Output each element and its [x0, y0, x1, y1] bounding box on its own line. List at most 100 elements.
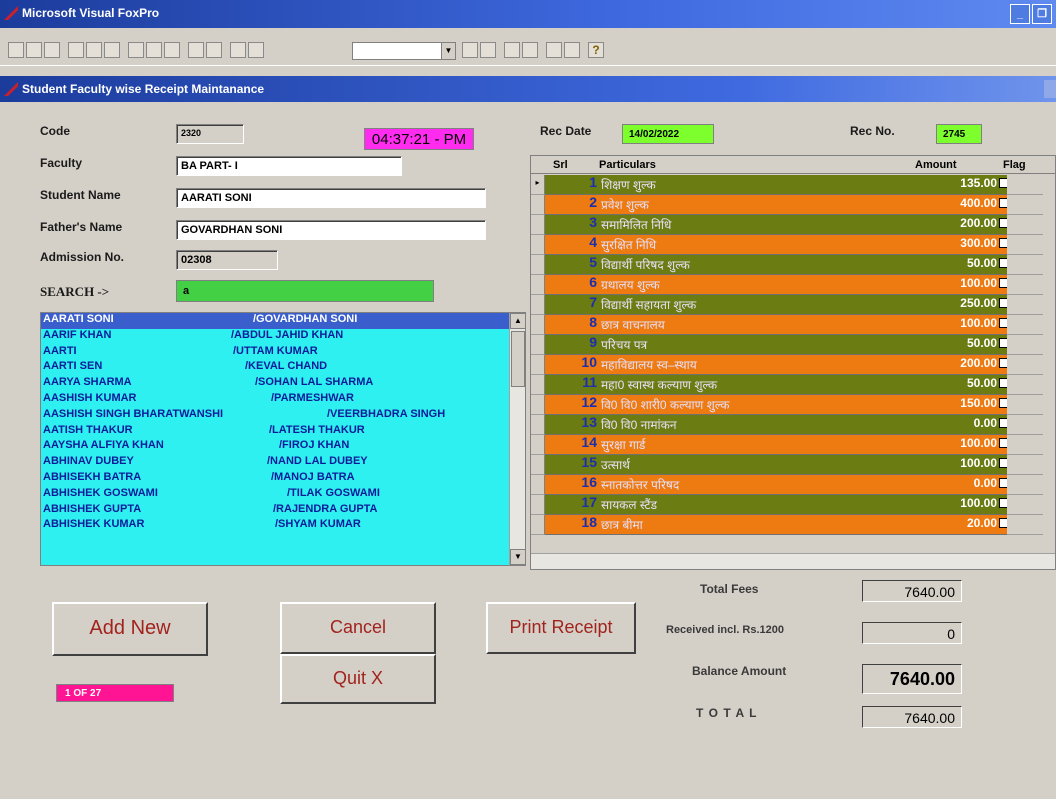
form-wizard-icon[interactable]: [504, 42, 520, 58]
row-selector[interactable]: [531, 255, 545, 275]
grid-row[interactable]: 14 सुरक्षा गार्ड 100.00: [531, 434, 1055, 455]
student-list-item[interactable]: ABHISHEK KUMAR/SHYAM KUMAR: [41, 518, 525, 534]
print-preview-icon[interactable]: [86, 42, 102, 58]
form-close-button[interactable]: [1044, 80, 1056, 98]
print-receipt-button[interactable]: Print Receipt: [486, 602, 636, 654]
spell-check-icon[interactable]: [104, 42, 120, 58]
help-icon[interactable]: ?: [588, 42, 604, 58]
student-list-item[interactable]: ABHISHEK GOSWAMI/TILAK GOSWAMI: [41, 487, 525, 503]
database-icon[interactable]: [462, 42, 478, 58]
row-selector[interactable]: [531, 455, 545, 475]
grid-row[interactable]: 10 महाविद्यालय स्व–स्थाय 200.00: [531, 354, 1055, 375]
chevron-down-icon[interactable]: ▼: [441, 43, 455, 59]
grid-row[interactable]: ▸ 1 शिक्षण शुल्क 135.00: [531, 174, 1055, 195]
row-selector[interactable]: [531, 395, 545, 415]
row-selector[interactable]: [531, 435, 545, 455]
row-selector[interactable]: [531, 415, 545, 435]
restore-button[interactable]: ❐: [1032, 4, 1052, 24]
autoform-icon[interactable]: [546, 42, 562, 58]
search-input[interactable]: a: [176, 280, 434, 302]
received-field[interactable]: 0: [862, 622, 962, 644]
modify-form-icon[interactable]: [248, 42, 264, 58]
row-selector[interactable]: [531, 335, 545, 355]
undo-icon[interactable]: [188, 42, 204, 58]
fees-grid[interactable]: Srl Particulars Amount Flag ▸ 1 शिक्षण शुल…: [530, 155, 1056, 570]
total-fees-field: 7640.00: [862, 580, 962, 602]
command-window-icon[interactable]: [480, 42, 496, 58]
grid-row[interactable]: 18 छात्र बीमा 20.00: [531, 514, 1055, 535]
student-listbox[interactable]: AARATI SONI/GOVARDHAN SONI AARIF KHAN/ABD…: [40, 312, 526, 566]
cut-icon[interactable]: [128, 42, 144, 58]
grid-row[interactable]: 16 स्नातकोत्तर परिषद 0.00: [531, 474, 1055, 495]
rec-date-field[interactable]: 14/02/2022: [622, 124, 714, 144]
grid-row[interactable]: 2 प्रवेश शुल्क 400.00: [531, 194, 1055, 215]
grid-hscrollbar[interactable]: [531, 553, 1055, 569]
father-name-field[interactable]: GOVARDHAN SONI: [176, 220, 486, 240]
row-selector[interactable]: [531, 495, 545, 515]
grid-row[interactable]: 13 वि0 वि0 नामांकन 0.00: [531, 414, 1055, 435]
faculty-field[interactable]: BA PART- I: [176, 156, 402, 176]
redo-icon[interactable]: [206, 42, 222, 58]
scroll-down-icon[interactable]: ▼: [510, 549, 525, 565]
toolbar-combo[interactable]: ▼: [352, 42, 456, 60]
autoreport-icon[interactable]: [564, 42, 580, 58]
grid-row[interactable]: 9 परिचय पत्र 50.00: [531, 334, 1055, 355]
student-list-item[interactable]: ABHINAV DUBEY/NAND LAL DUBEY: [41, 455, 525, 471]
grid-row[interactable]: 15 उत्सार्थ 100.00: [531, 454, 1055, 475]
listbox-scrollbar[interactable]: ▲ ▼: [509, 313, 525, 565]
student-list-item[interactable]: AASHISH SINGH BHARATWANSHI/VEERBHADRA SI…: [41, 408, 525, 424]
row-selector[interactable]: [531, 215, 545, 235]
quit-button[interactable]: Quit X: [280, 654, 436, 704]
row-selector[interactable]: [531, 235, 545, 255]
row-selector[interactable]: [531, 475, 545, 495]
student-list-item[interactable]: AAYSHA ALFIYA KHAN/FIROJ KHAN: [41, 439, 525, 455]
row-selector[interactable]: [531, 275, 545, 295]
grid-row[interactable]: 5 विद्यार्थी परिषद शुल्क 50.00: [531, 254, 1055, 275]
admission-no-field[interactable]: 02308: [176, 250, 278, 270]
minimize-button[interactable]: _: [1010, 4, 1030, 24]
paste-icon[interactable]: [164, 42, 180, 58]
row-selector[interactable]: [531, 515, 545, 535]
student-list-item[interactable]: AARATI SONI/GOVARDHAN SONI: [41, 313, 525, 329]
grid-row[interactable]: 4 सुरक्षित निधि 300.00: [531, 234, 1055, 255]
new-icon[interactable]: [8, 42, 24, 58]
open-icon[interactable]: [26, 42, 42, 58]
grid-row[interactable]: 12 वि0 वि0 शारी0 कल्याण शुल्क 150.00: [531, 394, 1055, 415]
grid-row[interactable]: 17 सायकल स्टैंड 100.00: [531, 494, 1055, 515]
scroll-thumb[interactable]: [511, 331, 525, 387]
student-list-item[interactable]: AARTI/UTTAM KUMAR: [41, 345, 525, 361]
grid-row[interactable]: 8 छात्र वाचनालय 100.00: [531, 314, 1055, 335]
student-name-field[interactable]: AARATI SONI: [176, 188, 486, 208]
row-selector[interactable]: [531, 295, 545, 315]
student-list-item[interactable]: ABHISEKH BATRA/MANOJ BATRA: [41, 471, 525, 487]
cancel-button[interactable]: Cancel: [280, 602, 436, 654]
run-icon[interactable]: [230, 42, 246, 58]
row-selector[interactable]: [531, 315, 545, 335]
code-field[interactable]: 2320: [176, 124, 244, 144]
grid-row[interactable]: 7 विद्यार्थी सहायता शुल्क 250.00: [531, 294, 1055, 315]
grid-row[interactable]: 6 ग्रथालय शुल्क 100.00: [531, 274, 1055, 295]
grid-row[interactable]: 3 समामिलित निधि 200.00: [531, 214, 1055, 235]
report-wizard-icon[interactable]: [522, 42, 538, 58]
add-new-button[interactable]: Add New: [52, 602, 208, 656]
row-selector[interactable]: [531, 195, 545, 215]
col-particulars-header[interactable]: Particulars: [599, 159, 656, 171]
col-amount-header[interactable]: Amount: [915, 159, 957, 171]
copy-icon[interactable]: [146, 42, 162, 58]
col-flag-header[interactable]: Flag: [1003, 159, 1026, 171]
student-list-item[interactable]: AARTI SEN/KEVAL CHAND: [41, 360, 525, 376]
col-srl-header[interactable]: Srl: [553, 159, 568, 171]
student-list-item[interactable]: ABHISHEK GUPTA/RAJENDRA GUPTA: [41, 503, 525, 519]
grid-row[interactable]: 11 महा0 स्वास्थ कल्याण शुल्क 50.00: [531, 374, 1055, 395]
student-list-item[interactable]: AARYA SHARMA/SOHAN LAL SHARMA: [41, 376, 525, 392]
row-selector[interactable]: [531, 355, 545, 375]
rec-no-field[interactable]: 2745: [936, 124, 982, 144]
save-icon[interactable]: [44, 42, 60, 58]
scroll-up-icon[interactable]: ▲: [510, 313, 525, 329]
current-row-pointer-icon[interactable]: ▸: [531, 175, 545, 195]
student-list-item[interactable]: AATISH THAKUR/LATESH THAKUR: [41, 424, 525, 440]
row-selector[interactable]: [531, 375, 545, 395]
student-list-item[interactable]: AARIF KHAN/ABDUL JAHID KHAN: [41, 329, 525, 345]
print-icon[interactable]: [68, 42, 84, 58]
student-list-item[interactable]: AASHISH KUMAR/PARMESHWAR: [41, 392, 525, 408]
